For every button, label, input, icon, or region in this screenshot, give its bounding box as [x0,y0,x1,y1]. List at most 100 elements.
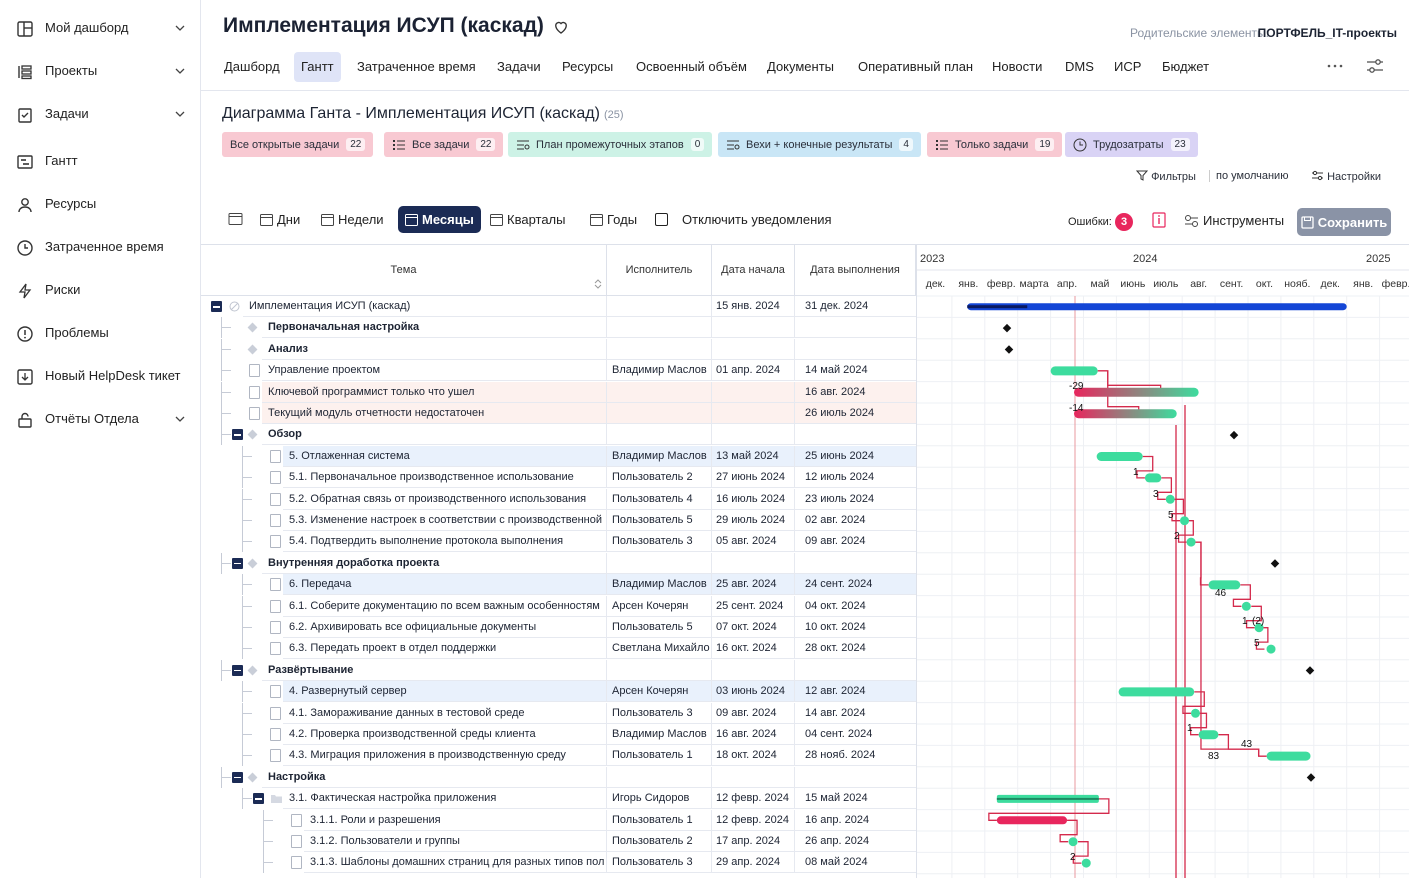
column-start[interactable]: Дата начала [712,245,795,296]
heart-icon[interactable] [552,18,570,36]
sidebar-item-4[interactable]: Гантт [0,143,200,179]
table-row[interactable]: 4.3. Миграция приложения в производствен… [201,745,916,767]
column-topic[interactable]: Тема [201,245,607,296]
collapse-toggle[interactable] [211,301,222,312]
parent-elements-link[interactable]: ПОРТФЕЛЬ_IT-проекты [1258,26,1397,40]
task-bar[interactable] [1165,494,1175,504]
filters-link[interactable]: Фильтры [1135,170,1196,183]
chevron-down-icon[interactable] [174,413,186,425]
table-row[interactable]: 3.1.2. Пользователи и группы Пользователь… [201,831,916,852]
table-row[interactable]: Настройка [201,766,916,788]
task-bar[interactable] [1096,452,1143,461]
more-icon[interactable] [1325,56,1345,76]
risk-bar[interactable] [1074,409,1177,419]
task-bar[interactable] [1144,473,1162,483]
table-row[interactable]: 6.1. Соберите документацию по всем важны… [201,595,916,617]
sidebar-item-6[interactable]: Затраченное время [0,229,200,265]
tab-7[interactable]: Документы [760,52,841,82]
collapse-toggle[interactable] [253,793,264,805]
tab-10[interactable]: DMS [1058,52,1101,82]
tab-9[interactable]: Новости [985,52,1049,82]
zoom-5[interactable]: Годы [590,206,637,233]
task-bar[interactable] [1241,601,1251,611]
table-row[interactable]: 5.2. Обратная связь от производственного… [201,488,916,510]
chevron-down-icon[interactable] [174,22,186,34]
zoom-1[interactable]: Дни [260,206,300,233]
task-bar[interactable] [1050,366,1098,376]
milestone-marker[interactable] [1002,323,1012,333]
tab-8[interactable]: Оперативный план [851,52,980,82]
milestone-marker[interactable] [1229,430,1239,440]
sidebar-item-9[interactable]: Новый HelpDesk тикет [0,358,200,394]
tab-11[interactable]: ИСР [1107,52,1148,82]
sidebar-item-3[interactable]: Задачи [0,96,200,132]
zoom-4[interactable]: Кварталы [490,206,565,233]
collapse-toggle[interactable] [232,557,243,569]
table-row[interactable]: Развёртывание [201,659,916,681]
column-due[interactable]: Дата выполнения [795,245,916,296]
tools-button[interactable]: Инструменты [1184,213,1284,228]
calendar-icon[interactable] [228,211,243,226]
table-row[interactable]: 5.4. Подтвердить выполнение протокола вы… [201,531,916,553]
collapse-toggle[interactable] [232,429,243,441]
risk-bar[interactable] [1074,387,1199,397]
task-bar[interactable] [1198,730,1219,740]
table-row[interactable]: 6. Передача Владимир Маслов 25 авг. 2024 24… [201,574,916,596]
milestone-marker[interactable] [1305,666,1315,675]
tab-3[interactable]: Затраченное время [350,52,483,82]
sidebar-item-7[interactable]: Риски [0,272,200,308]
task-bar[interactable] [1180,516,1190,526]
table-row[interactable]: 5.1. Первоначальное производственное исп… [201,467,916,489]
sidebar-item-2[interactable]: Проекты [0,53,200,89]
zoom-2[interactable]: Недели [321,206,384,233]
table-row[interactable]: 3.1.3. Шаблоны домашних страниц для разн… [201,852,916,874]
critical-task-bar[interactable] [996,816,1068,825]
tab-1[interactable]: Дашборд [217,52,287,82]
table-row[interactable]: Первоначальная настройка [201,317,916,339]
collapse-toggle[interactable] [232,771,243,783]
chevron-down-icon[interactable] [174,108,186,120]
collapse-toggle[interactable] [232,664,243,676]
task-bar[interactable] [1190,708,1200,718]
table-row[interactable]: 3.1.1. Роли и разрешения Пользователь 1 12… [201,809,916,831]
tab-5[interactable]: Ресурсы [555,52,620,82]
save-button[interactable]: Сохранить [1297,208,1391,236]
table-row[interactable]: Управление проектом Владимир Маслов 01 апр… [201,360,916,382]
task-bar[interactable] [1266,644,1276,654]
task-bar[interactable] [1081,858,1091,868]
filter-chip-3[interactable]: План промежуточных этапов 0 [508,132,713,157]
sidebar-item-10[interactable]: Отчёты Отдела [0,401,200,437]
errors-badge[interactable]: 3 [1115,213,1133,231]
tab-2[interactable]: Гантт [294,52,341,82]
sliders-icon[interactable] [1365,56,1385,76]
milestone-marker[interactable] [1270,559,1280,568]
table-row[interactable]: Ключевой программист только что ушел 16 а… [201,381,916,403]
table-row[interactable]: Текущий модуль отчетности недостаточен 26… [201,403,916,424]
table-row[interactable]: 4. Развернутый сервер Арсен Кочерян 03 июн… [201,681,916,703]
default-view-link[interactable]: по умолчанию [1216,170,1288,182]
sidebar-item-1[interactable]: Мой дашборд [0,10,200,46]
task-bar[interactable] [1118,687,1195,697]
zoom-3[interactable]: Месяцы [398,206,481,233]
table-row[interactable]: Анализ [201,338,916,360]
table-row[interactable]: Внутренняя доработка проекта [201,552,916,574]
tab-12[interactable]: Бюджет [1155,52,1216,82]
filter-chip-5[interactable]: Только задачи 19 [927,132,1063,157]
filter-chip-4[interactable]: Вехи + конечные результаты 4 [718,132,921,157]
sort-icon[interactable] [594,278,602,290]
table-row[interactable]: Обзор [201,424,916,446]
notify-checkbox[interactable] [655,213,668,226]
filter-chip-1[interactable]: Все открытые задачи 22 [222,132,374,157]
task-bar[interactable] [1266,751,1311,761]
chevron-down-icon[interactable] [174,65,186,77]
sidebar-item-5[interactable]: Ресурсы [0,186,200,222]
table-row[interactable]: 5. Отлаженная система Владимир Маслов 13 м… [201,445,916,467]
milestone-marker[interactable] [1004,345,1014,354]
sidebar-item-8[interactable]: Проблемы [0,315,200,351]
table-row[interactable]: 6.3. Передать проект в отдел поддержки Св… [201,638,916,660]
table-row[interactable]: 4.1. Замораживание данных в тестовой сре… [201,702,916,724]
filter-chip-6[interactable]: Трудозатраты 23 [1065,132,1198,157]
table-row[interactable]: Имплементация ИСУП (каскад) 15 янв. 2024 3… [201,296,916,317]
table-row[interactable]: 4.2. Проверка производственной среды кли… [201,724,916,745]
tab-4[interactable]: Задачи [490,52,548,82]
